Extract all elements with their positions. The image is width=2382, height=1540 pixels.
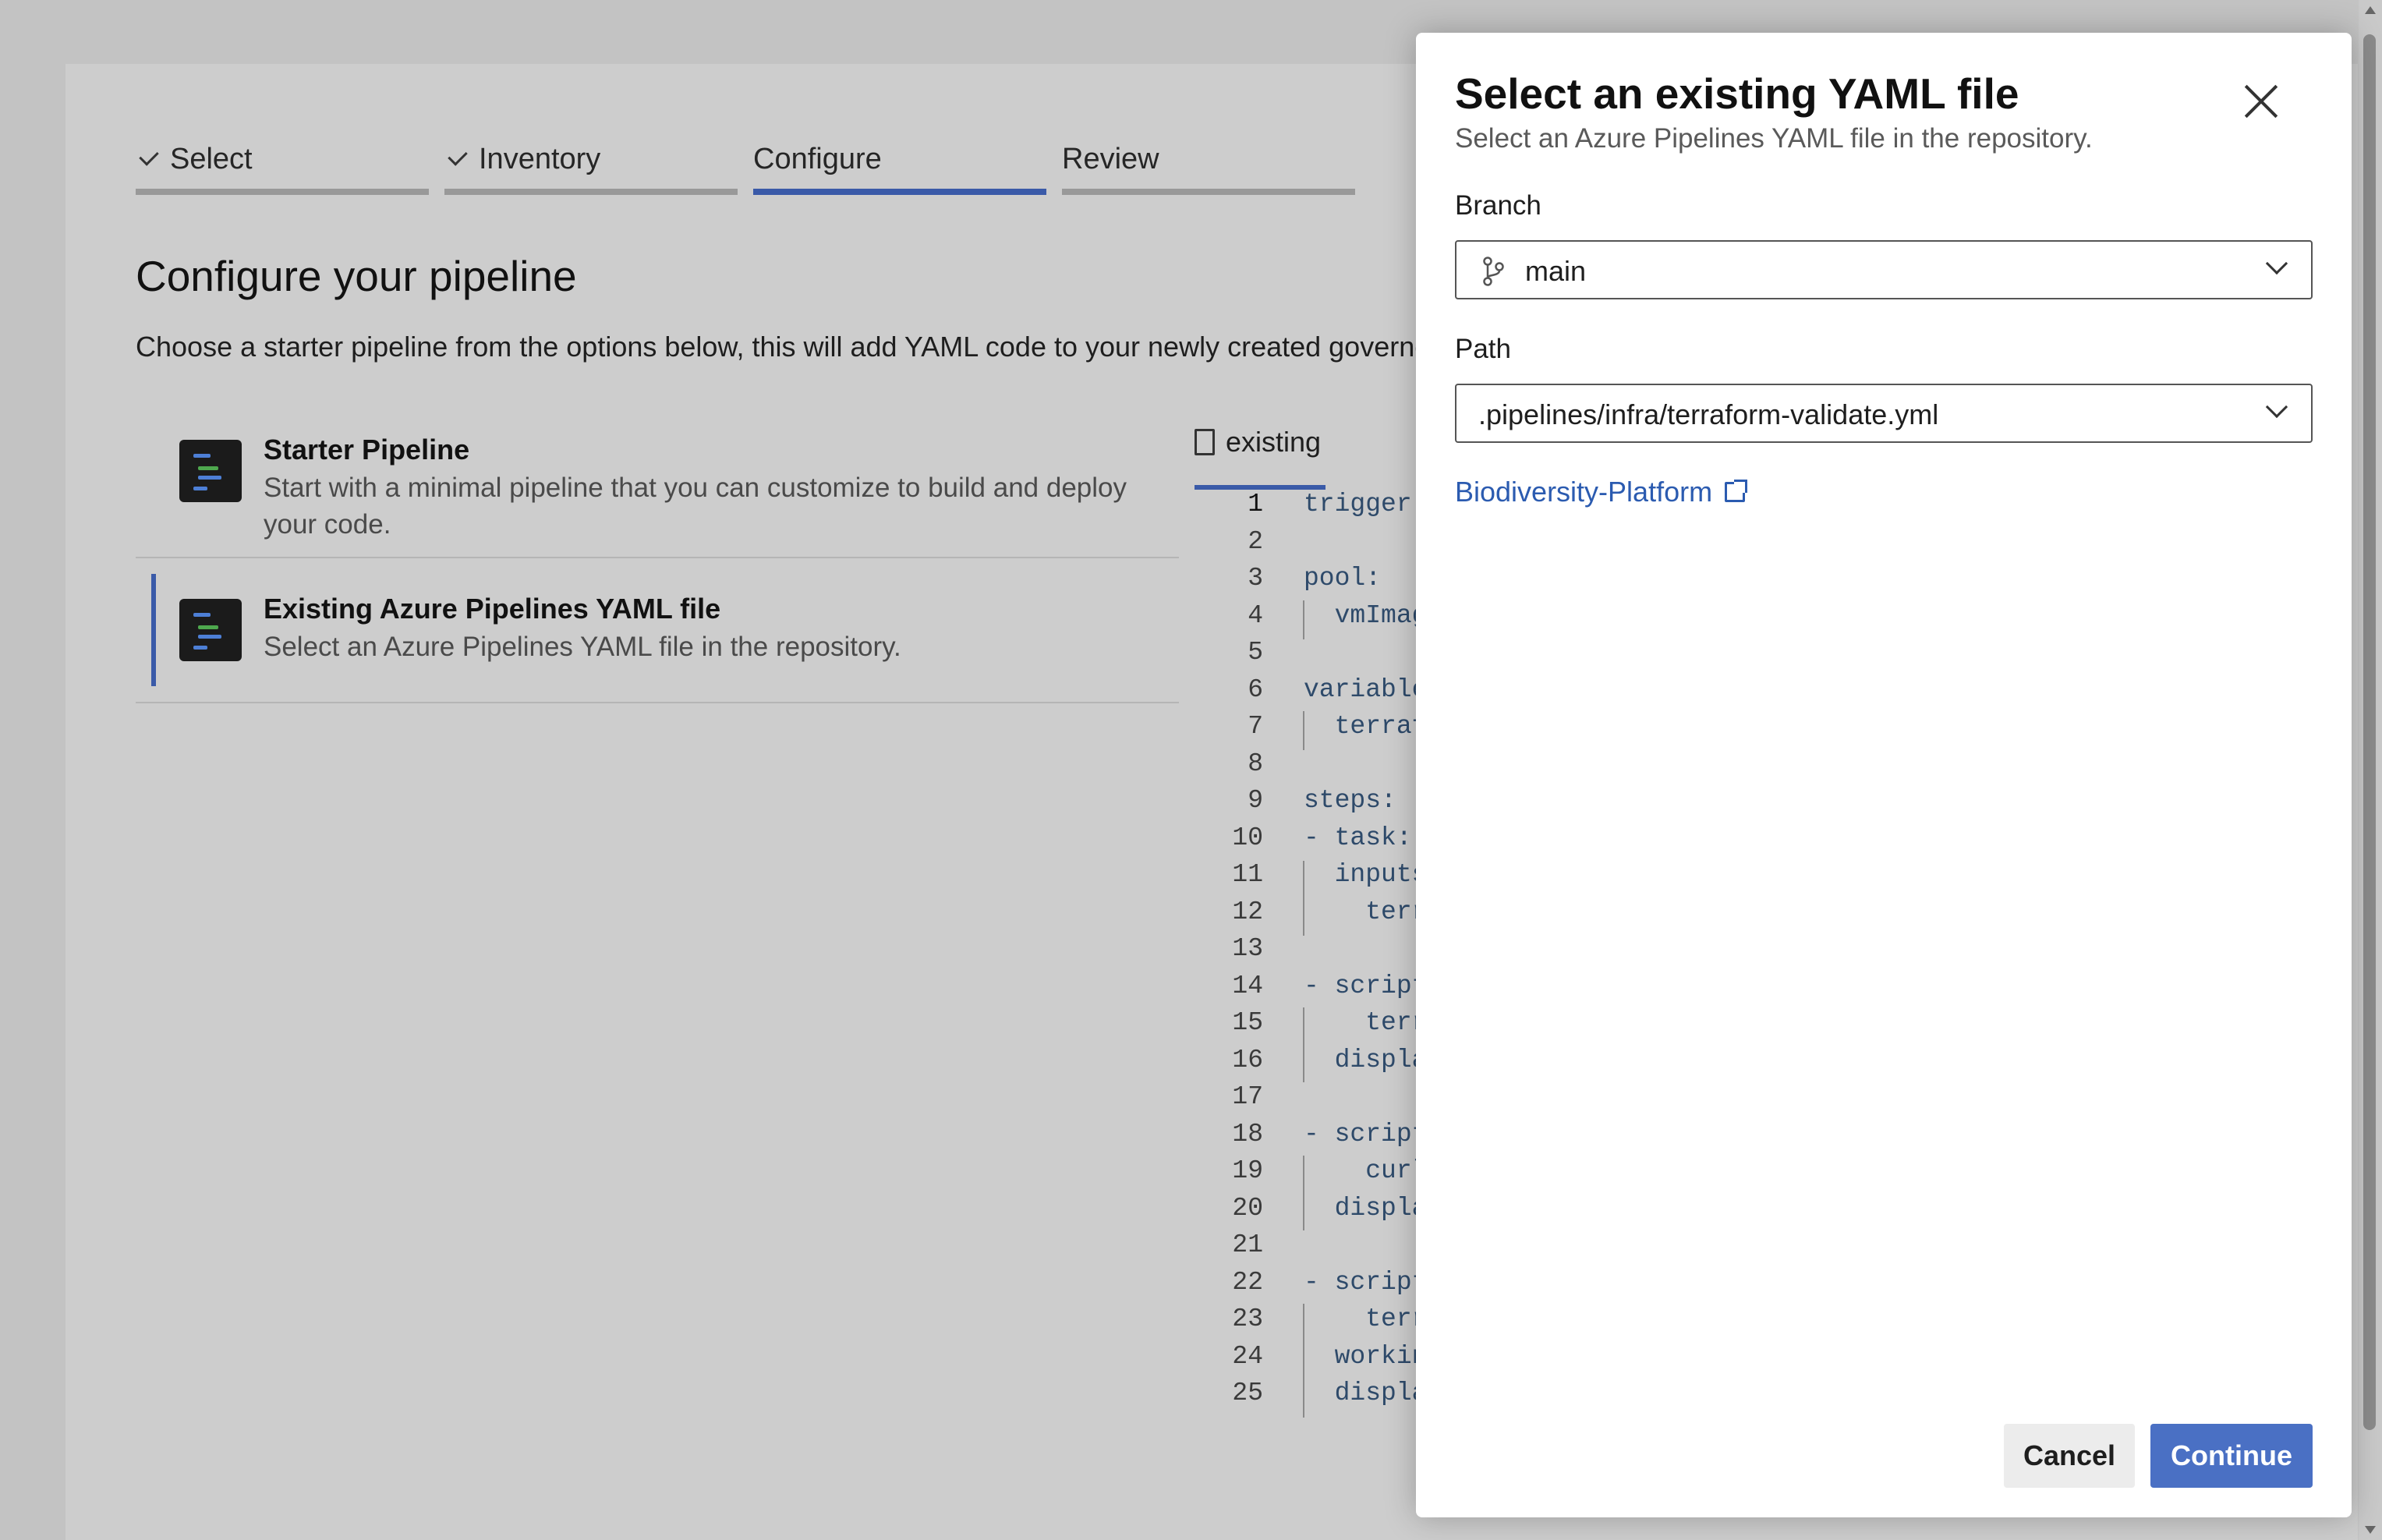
- code-line: terraf: [1304, 712, 1428, 741]
- code-line: curl: [1304, 1156, 1428, 1185]
- line-number: 14: [1232, 971, 1263, 1000]
- code-line: - task:: [1304, 823, 1412, 852]
- indent-guide: [1303, 1007, 1304, 1082]
- option-description: Select an Azure Pipelines YAML file in t…: [264, 632, 901, 662]
- dialog-subtitle: Select an Azure Pipelines YAML file in t…: [1455, 123, 2093, 154]
- line-number: 3: [1248, 564, 1263, 593]
- editor-file-tab[interactable]: existing: [1195, 426, 1321, 458]
- file-icon: [1195, 429, 1215, 455]
- code-line: displa: [1304, 1193, 1428, 1223]
- close-icon[interactable]: [2242, 83, 2280, 120]
- line-number: 19: [1232, 1156, 1263, 1185]
- option-title: Existing Azure Pipelines YAML file: [264, 593, 721, 625]
- path-dropdown[interactable]: .pipelines/infra/terraform-validate.yml: [1455, 384, 2313, 443]
- chevron-down-icon: [2265, 395, 2288, 419]
- pipeline-icon: [179, 599, 242, 661]
- line-number: 9: [1248, 786, 1263, 815]
- wizard-stepper: Select Inventory Configure Review: [136, 140, 1355, 195]
- continue-button[interactable]: Continue: [2150, 1424, 2313, 1488]
- option-title: Starter Pipeline: [264, 434, 470, 466]
- line-number: 25: [1232, 1379, 1263, 1407]
- step-label: Inventory: [479, 143, 601, 175]
- option-starter-pipeline[interactable]: Starter Pipeline Start with a minimal pi…: [136, 418, 1179, 558]
- path-value: .pipelines/infra/terraform-validate.yml: [1478, 398, 1939, 430]
- line-number: 16: [1232, 1045, 1263, 1074]
- select-yaml-dialog: Select an existing YAML file Select an A…: [1416, 33, 2352, 1517]
- indent-guide: [1303, 600, 1304, 639]
- line-number: 7: [1248, 712, 1263, 741]
- line-number: 15: [1232, 1008, 1263, 1037]
- code-line: trigger:: [1304, 490, 1428, 519]
- step-label: Select: [170, 143, 253, 175]
- line-number: 8: [1248, 749, 1263, 778]
- code-line: steps:: [1304, 786, 1396, 815]
- line-number: 10: [1232, 823, 1263, 852]
- line-number: 5: [1248, 638, 1263, 667]
- code-line: variable: [1304, 674, 1428, 704]
- repository-link[interactable]: Biodiversity-Platform: [1455, 476, 1748, 508]
- indent-guide: [1303, 1304, 1304, 1418]
- step-inventory[interactable]: Inventory: [444, 140, 738, 195]
- external-link-icon: [1725, 480, 1748, 502]
- branch-dropdown[interactable]: main: [1455, 240, 2313, 299]
- step-review[interactable]: Review: [1062, 140, 1355, 195]
- repository-link-label: Biodiversity-Platform: [1455, 476, 1713, 508]
- step-label: Configure: [753, 143, 882, 175]
- code-line: inputs: [1304, 860, 1428, 889]
- code-line: displa: [1304, 1379, 1428, 1407]
- code-line: - script: [1304, 971, 1428, 1000]
- cancel-button[interactable]: Cancel: [2004, 1424, 2135, 1488]
- page-title: Configure your pipeline: [136, 252, 577, 300]
- option-description: Start with a minimal pipeline that you c…: [264, 473, 1127, 540]
- code-line: - script: [1304, 1267, 1428, 1297]
- line-number: 23: [1232, 1305, 1263, 1333]
- line-number: 1: [1248, 490, 1263, 519]
- check-icon: [139, 145, 159, 166]
- branch-value: main: [1525, 255, 1587, 287]
- code-line: displa: [1304, 1045, 1428, 1074]
- path-label: Path: [1455, 334, 1511, 364]
- option-existing-yaml[interactable]: Existing Azure Pipelines YAML file Selec…: [136, 558, 1179, 703]
- branch-icon: [1483, 257, 1504, 286]
- scroll-down-arrow-icon[interactable]: [2365, 1526, 2376, 1534]
- step-configure[interactable]: Configure: [753, 140, 1046, 195]
- indent-guide: [1303, 861, 1304, 936]
- dialog-title: Select an existing YAML file: [1455, 69, 2019, 118]
- step-label: Review: [1062, 143, 1159, 175]
- scrollbar-thumb[interactable]: [2363, 34, 2376, 1430]
- step-select[interactable]: Select: [136, 140, 429, 195]
- line-number: 6: [1248, 674, 1263, 704]
- scroll-up-arrow-icon[interactable]: [2365, 6, 2376, 14]
- code-line: terr: [1304, 897, 1428, 926]
- line-number: 12: [1232, 897, 1263, 926]
- line-number: 20: [1232, 1193, 1263, 1223]
- line-number: 21: [1232, 1230, 1263, 1259]
- page-description: Choose a starter pipeline from the optio…: [136, 331, 1446, 363]
- chevron-down-icon: [2265, 252, 2288, 275]
- line-number: 4: [1248, 600, 1263, 630]
- indent-guide: [1303, 711, 1304, 750]
- indent-guide: [1303, 1156, 1304, 1230]
- code-line: - script: [1304, 1119, 1428, 1149]
- line-number: 24: [1232, 1341, 1263, 1371]
- file-tab-label: existing: [1226, 426, 1322, 458]
- branch-label: Branch: [1455, 190, 1541, 221]
- pipeline-icon: [179, 440, 242, 502]
- code-line: terr: [1304, 1305, 1428, 1333]
- line-number: 11: [1232, 860, 1263, 889]
- selected-indicator: [151, 574, 156, 686]
- check-icon: [448, 145, 468, 166]
- line-number: 22: [1232, 1267, 1263, 1297]
- code-line: vmImag: [1304, 600, 1428, 630]
- code-line: terr: [1304, 1008, 1428, 1037]
- code-line: workin: [1304, 1341, 1428, 1371]
- line-number: 2: [1248, 526, 1263, 556]
- page-scrollbar[interactable]: [2359, 0, 2382, 1540]
- code-line: pool:: [1304, 564, 1382, 593]
- line-number: 13: [1232, 934, 1263, 963]
- line-number: 17: [1232, 1082, 1263, 1111]
- line-number: 18: [1232, 1119, 1263, 1149]
